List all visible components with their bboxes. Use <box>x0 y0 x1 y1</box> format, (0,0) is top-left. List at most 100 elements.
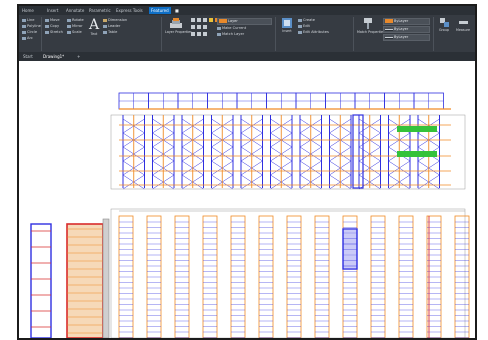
panel-separator <box>161 17 162 51</box>
rack-drawing <box>30 92 470 338</box>
ribbon: Line Polyline Circle Arc Move Copy Stret… <box>19 15 475 62</box>
menu-annotate[interactable]: Annotate <box>66 7 84 14</box>
match-layer-button[interactable]: Match Layer <box>217 32 244 37</box>
move-icon <box>45 18 49 22</box>
mirror-icon <box>67 24 71 28</box>
make-current-button[interactable]: Make Current <box>217 26 246 31</box>
tab-start[interactable]: Start <box>23 53 33 60</box>
menu-home[interactable]: Home <box>22 7 34 14</box>
circle-button[interactable]: Circle <box>22 30 37 35</box>
create-block-button[interactable]: Create <box>298 18 315 23</box>
match-properties-label: Match Properties <box>357 30 385 34</box>
group-button[interactable]: Group <box>437 17 451 32</box>
rotate-label: Rotate <box>72 18 84 22</box>
lineweight-swatch <box>385 37 393 39</box>
new-tab-button[interactable]: + <box>77 53 80 60</box>
match-properties-button[interactable]: Match Properties <box>357 17 385 34</box>
color-value: ByLayer <box>394 19 409 23</box>
menu-featured[interactable]: Featured <box>149 7 171 14</box>
mirror-button[interactable]: Mirror <box>67 24 83 29</box>
match-layer-label: Match Layer <box>222 32 245 36</box>
layer-properties-button[interactable]: Layer Properties <box>165 17 192 34</box>
edit-attributes-label: Edit Attributes <box>303 30 329 34</box>
application-window: Home Insert Annotate Parametric Express … <box>17 4 477 340</box>
leader-icon <box>103 24 107 28</box>
plan-wall <box>102 218 110 338</box>
match-properties-icon <box>364 18 372 29</box>
text-icon: A <box>88 17 100 33</box>
line-button[interactable]: Line <box>22 18 35 23</box>
measure-button[interactable]: Measure <box>455 17 471 32</box>
dimension-button[interactable]: Dimension <box>103 18 127 23</box>
ribbon-options-icon[interactable]: ■ <box>175 7 179 14</box>
stretch-button[interactable]: Stretch <box>45 30 63 35</box>
table-button[interactable]: Table <box>103 30 117 35</box>
move-label: Move <box>50 18 60 22</box>
layer-color-swatch <box>219 19 227 23</box>
scale-button[interactable]: Scale <box>67 30 82 35</box>
polyline-button[interactable]: Polyline <box>22 24 41 29</box>
panel-separator <box>275 17 276 51</box>
arc-icon <box>22 36 26 40</box>
group-icon <box>439 18 449 27</box>
dimension-icon <box>103 18 107 22</box>
linetype-dropdown[interactable]: ByLayer <box>383 26 430 33</box>
edit-block-icon <box>298 24 302 28</box>
plan-outline <box>110 208 466 338</box>
menu-express-tools[interactable]: Express Tools <box>116 7 143 14</box>
stretch-icon <box>45 30 49 34</box>
layer-name: Layer <box>228 19 238 23</box>
drawing-canvas[interactable] <box>19 61 475 338</box>
arc-label: Arc <box>27 36 33 40</box>
menu-parametric[interactable]: Parametric <box>89 7 111 14</box>
copy-icon <box>45 24 49 28</box>
insert-block-icon <box>282 18 292 28</box>
move-button[interactable]: Move <box>45 18 60 23</box>
circle-label: Circle <box>27 30 38 34</box>
make-current-icon <box>217 26 221 30</box>
copy-button[interactable]: Copy <box>45 24 59 29</box>
color-swatch <box>385 19 393 23</box>
panel-separator <box>433 17 434 51</box>
measure-label: Measure <box>455 28 470 32</box>
table-icon <box>103 30 107 34</box>
copy-label: Copy <box>50 24 60 28</box>
tab-drawing1[interactable]: Drawing1* <box>43 53 64 60</box>
layer-properties-icon <box>170 18 182 28</box>
color-dropdown[interactable]: ByLayer <box>383 18 430 25</box>
make-current-label: Make Current <box>222 26 247 30</box>
group-label: Group <box>438 28 450 32</box>
text-button[interactable]: A Text <box>87 18 101 36</box>
lineweight-dropdown[interactable]: ByLayer <box>383 34 430 41</box>
leader-button[interactable]: Leader <box>103 24 120 29</box>
line-icon <box>22 18 26 22</box>
leader-label: Leader <box>108 24 121 28</box>
layer-dropdown[interactable]: Layer <box>217 18 272 25</box>
edit-attributes-button[interactable]: Edit Attributes <box>298 30 329 35</box>
line-label: Line <box>27 18 35 22</box>
rotate-button[interactable]: Rotate <box>67 18 84 23</box>
create-block-label: Create <box>303 18 315 22</box>
measure-icon <box>458 21 468 24</box>
menu-insert[interactable]: Insert <box>47 7 58 14</box>
circle-icon <box>22 30 26 34</box>
dimension-label: Dimension <box>108 18 128 22</box>
plan-left-rack <box>66 223 104 338</box>
create-block-icon <box>298 18 302 22</box>
green-deck <box>397 126 437 132</box>
insert-block-label: Insert <box>282 29 292 33</box>
linetype-value: ByLayer <box>394 27 409 31</box>
mirror-label: Mirror <box>72 24 83 28</box>
edit-block-button[interactable]: Edit <box>298 24 310 29</box>
green-deck <box>397 151 437 157</box>
linetype-swatch <box>385 29 393 31</box>
scale-icon <box>67 30 71 34</box>
polyline-icon <box>22 24 26 28</box>
menu-bar: Home Insert Annotate Parametric Express … <box>19 6 475 15</box>
panel-separator <box>41 17 42 51</box>
table-label: Table <box>108 30 118 34</box>
insert-block-button[interactable]: Insert <box>279 17 295 33</box>
arc-button[interactable]: Arc <box>22 36 33 41</box>
layer-properties-label: Layer Properties <box>165 30 192 34</box>
rotate-icon <box>67 18 71 22</box>
